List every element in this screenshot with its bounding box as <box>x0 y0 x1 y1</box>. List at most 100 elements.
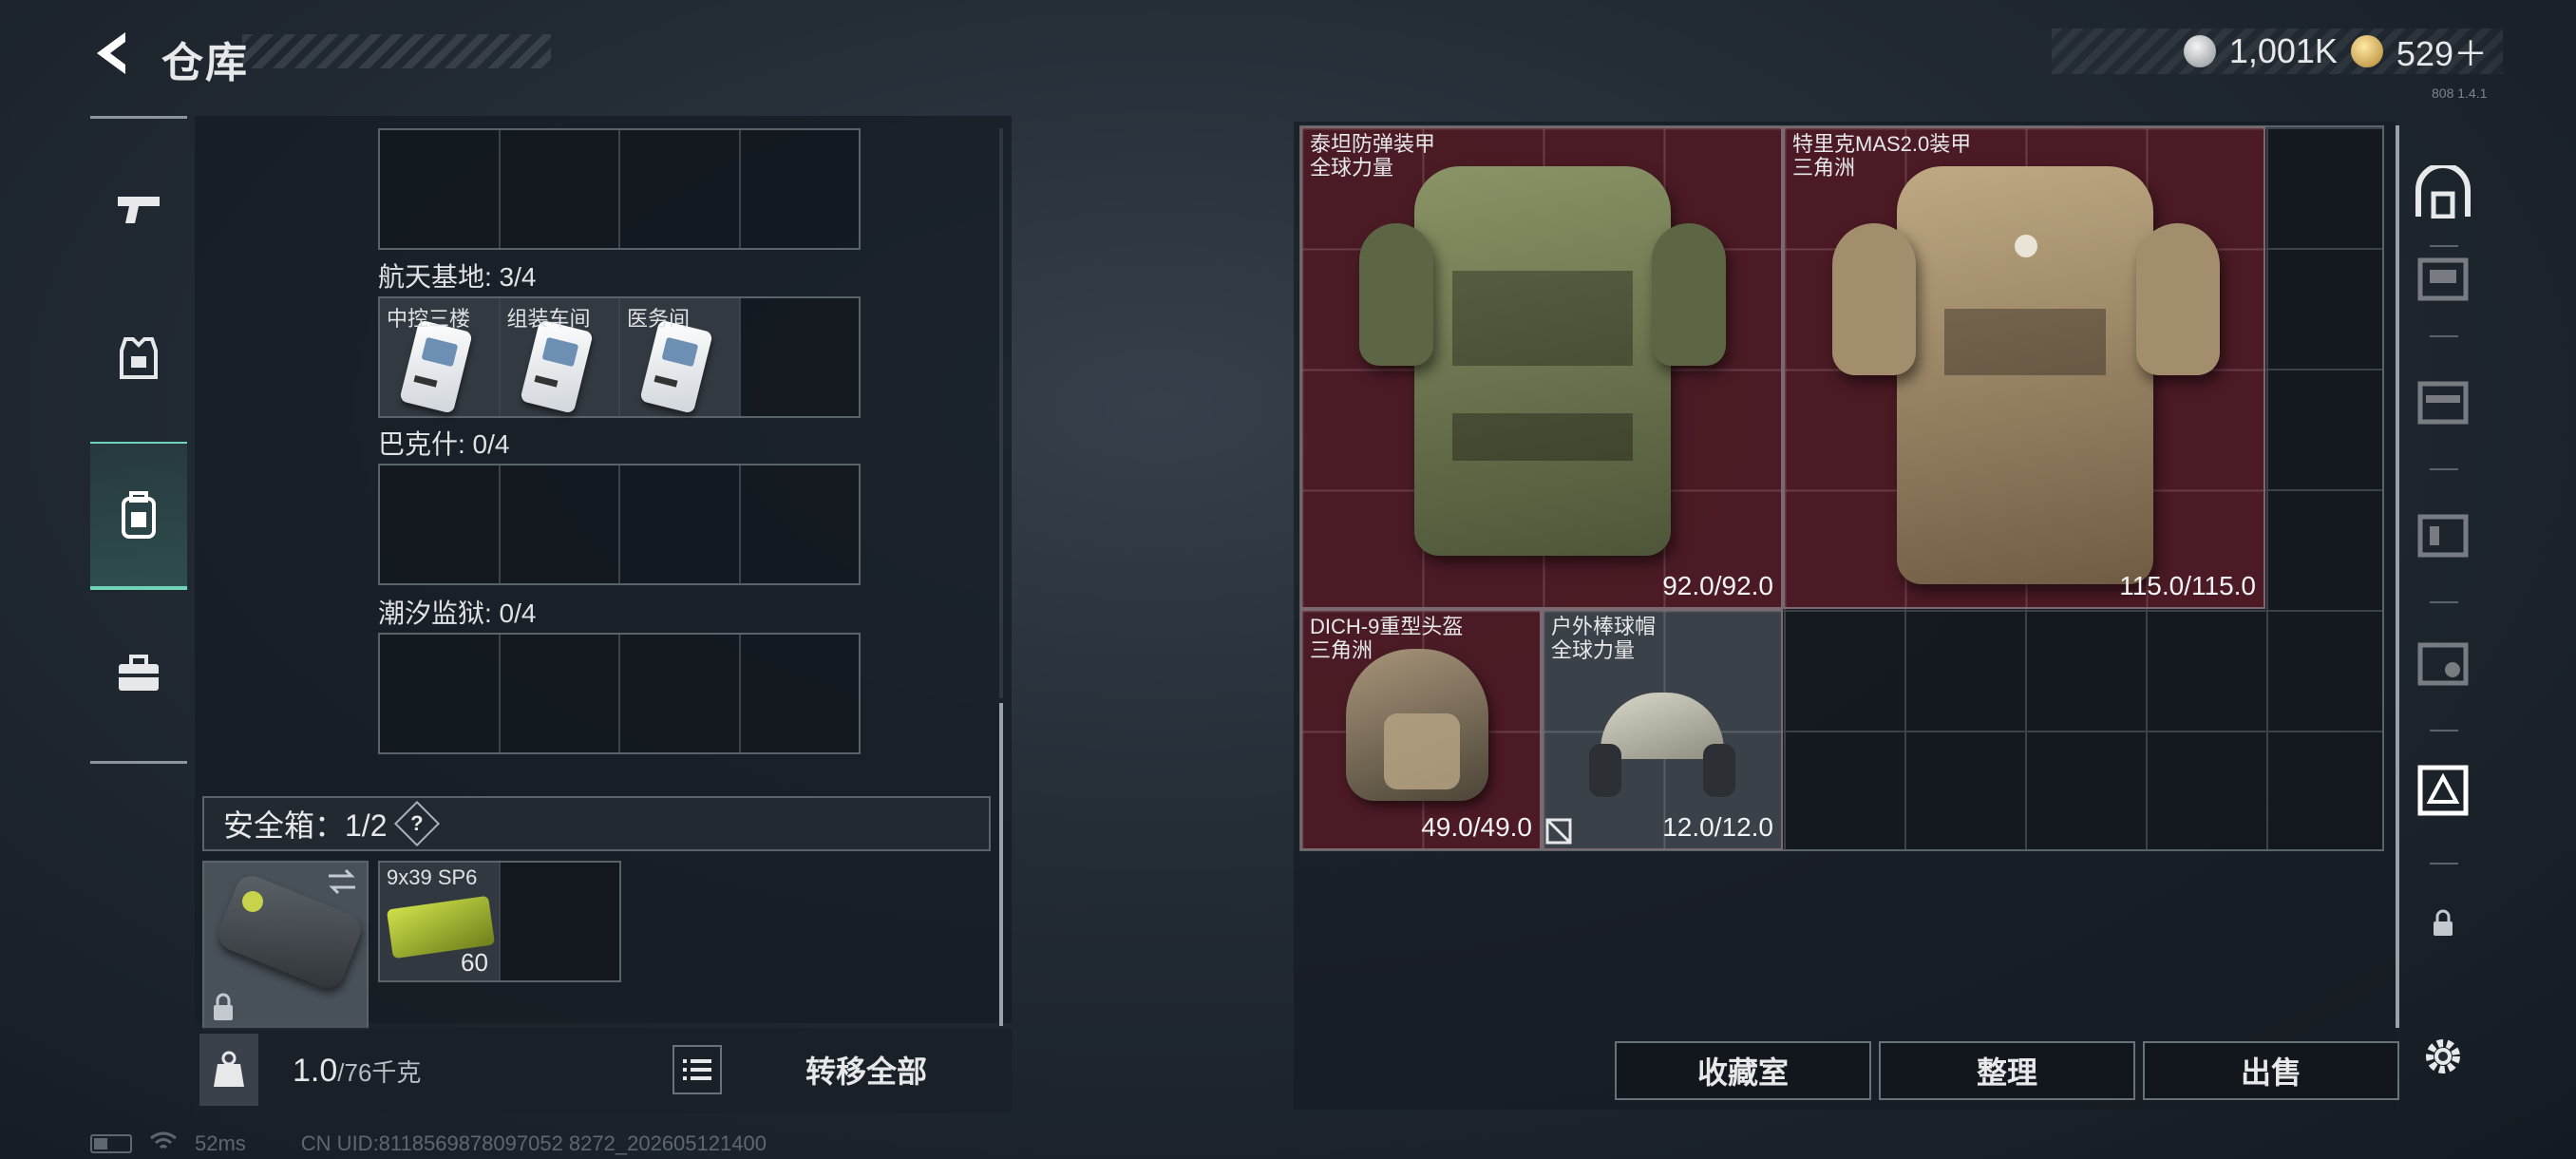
safe-box-label: 安全箱：1/2 <box>223 808 388 843</box>
version-text: 808 1.4.1 <box>2432 86 2488 101</box>
safe-case-logo <box>242 891 263 912</box>
stash-tab-3[interactable] <box>2411 502 2475 566</box>
battery-icon <box>90 1134 132 1153</box>
terek-armor-image <box>1897 166 2153 584</box>
titan-armor-image <box>1414 166 1671 556</box>
empty-slot[interactable] <box>501 466 620 583</box>
favorites-room-button[interactable]: 收藏室 <box>1615 1041 1871 1100</box>
nav-item-containers[interactable] <box>90 442 187 590</box>
helmet-image <box>1346 649 1488 801</box>
stash-tab-4[interactable] <box>2411 630 2475 694</box>
stash-item-dich9-helmet[interactable]: DICH-9重型头盔 三角洲 49.0/49.0 <box>1300 609 1542 850</box>
empty-slot[interactable] <box>741 466 860 583</box>
weight-display: 1.0/76千克 <box>293 1053 421 1090</box>
pistol-icon <box>118 197 160 223</box>
stash-item-titan-armor[interactable]: 泰坦防弹装甲 全球力量 92.0/92.0 <box>1300 126 1783 609</box>
headset-right <box>1703 744 1735 797</box>
stash-scrollbar[interactable] <box>2396 125 2399 1028</box>
no-repair-icon <box>1545 818 1572 845</box>
keycard-slot[interactable]: 医务间 <box>620 298 741 416</box>
safe-box-header: 安全箱：1/2 ? <box>202 796 991 851</box>
empty-slot[interactable] <box>741 298 860 416</box>
stash-tab-1[interactable] <box>2411 245 2475 310</box>
ping-text: 52ms <box>195 1131 246 1155</box>
premium-coin-icon <box>2350 35 2383 67</box>
section-label-bakhsh: 巴克什: 0/4 <box>378 429 510 459</box>
nav-item-items[interactable] <box>90 599 187 748</box>
item-durability: 92.0/92.0 <box>1662 571 1773 600</box>
left-scrollbar-thumb[interactable] <box>999 703 1003 1026</box>
armor-rack-icon <box>2417 765 2469 816</box>
title-decoration <box>242 34 551 68</box>
weight-icon <box>199 1034 258 1106</box>
nav-item-weapons[interactable] <box>90 136 187 284</box>
empty-slot[interactable] <box>380 635 501 752</box>
empty-slot[interactable] <box>620 130 741 248</box>
item-durability: 115.0/115.0 <box>2119 571 2256 600</box>
nav-item-gear[interactable] <box>90 284 187 432</box>
uid-text: CN UID:8118569878097052 8272_20260512140… <box>300 1131 767 1155</box>
gear-icon <box>2426 1039 2460 1074</box>
stash-tab-5-selected[interactable] <box>2411 758 2475 823</box>
empty-slot[interactable] <box>501 863 619 980</box>
keycard-slot[interactable]: 组装车间 <box>500 298 620 416</box>
section-label-space-base: 航天基地: 3/4 <box>378 262 537 292</box>
stash-tab-2[interactable] <box>2411 369 2475 433</box>
transfer-all-button[interactable]: 转移全部 <box>733 1036 999 1104</box>
currency-primary: 1,001K <box>2228 31 2338 70</box>
swap-icon[interactable] <box>325 864 359 899</box>
list-view-button[interactable] <box>672 1045 722 1094</box>
stash-tab-all[interactable] <box>2411 160 2475 224</box>
item-name: 特里克MAS2.0装甲 三角洲 <box>1792 132 1972 180</box>
item-name: 户外棒球帽 全球力量 <box>1551 615 1657 662</box>
keycard-icon <box>399 319 473 414</box>
ammo-count: 60 <box>461 948 488 977</box>
empty-slot[interactable] <box>380 466 501 583</box>
keycard-icon <box>639 319 713 414</box>
item-name: DICH-9重型头盔 三角洲 <box>1310 615 1464 662</box>
page-title: 仓库 <box>161 40 249 86</box>
stash-item-baseball-cap[interactable]: 户外棒球帽 全球力量 12.0/12.0 <box>1542 609 1783 850</box>
weapon-rack-icon <box>2417 381 2469 425</box>
empty-slot[interactable] <box>501 635 620 752</box>
titan-armor-shoulder-right <box>1652 223 1726 366</box>
headset-left <box>1589 744 1621 797</box>
lock-icon <box>2434 909 2453 936</box>
sort-button[interactable]: 整理 <box>1879 1041 2135 1100</box>
empty-slot[interactable] <box>741 130 860 248</box>
keycard-label: 医务间 <box>627 307 691 331</box>
left-scrollbar-track[interactable] <box>999 128 1003 698</box>
wifi-icon <box>149 1130 178 1157</box>
empty-slot[interactable] <box>620 466 741 583</box>
currency-bar: 1,001K 529＋ <box>2052 28 2503 74</box>
keycard-slot[interactable]: 中控三楼 <box>380 298 501 416</box>
help-button[interactable]: ? <box>393 800 440 847</box>
toolbox-icon <box>119 655 159 691</box>
keycard-grid-row-bakhsh <box>378 464 861 585</box>
empty-slot[interactable] <box>380 130 501 248</box>
empty-slot[interactable] <box>501 130 620 248</box>
settings-button[interactable] <box>2411 1024 2475 1089</box>
armor-vest-icon <box>120 337 158 379</box>
back-button[interactable] <box>85 27 139 80</box>
keycard-label: 组装车间 <box>506 307 591 331</box>
backpack-icon <box>122 491 156 539</box>
terek-armor-shoulder-left <box>1832 223 1916 375</box>
tools-rack-icon <box>2417 642 2469 686</box>
weight-value: 1.0 <box>293 1053 338 1089</box>
status-bar: 52ms CN UID:8118569878097052 8272_202605… <box>90 1130 767 1157</box>
help-icon: ? <box>409 810 424 835</box>
empty-slot[interactable] <box>620 635 741 752</box>
hafu-coin-icon <box>2183 35 2216 67</box>
locker-icon <box>2417 514 2469 558</box>
currency-secondary[interactable]: 529＋ <box>2396 27 2488 76</box>
item-name: 泰坦防弹装甲 全球力量 <box>1310 132 1436 180</box>
stash-tab-locked[interactable] <box>2411 891 2475 956</box>
stash-sidebar <box>2401 122 2489 1110</box>
sell-button[interactable]: 出售 <box>2143 1041 2399 1100</box>
ammo-name: 9x39 SP6 <box>387 865 478 889</box>
keycard-grid-row-space-base: 中控三楼 组装车间 医务间 <box>378 296 861 418</box>
empty-slot[interactable] <box>741 635 860 752</box>
list-icon <box>683 1059 711 1080</box>
stash-item-terek-armor[interactable]: 特里克MAS2.0装甲 三角洲 115.0/115.0 <box>1783 126 2265 609</box>
